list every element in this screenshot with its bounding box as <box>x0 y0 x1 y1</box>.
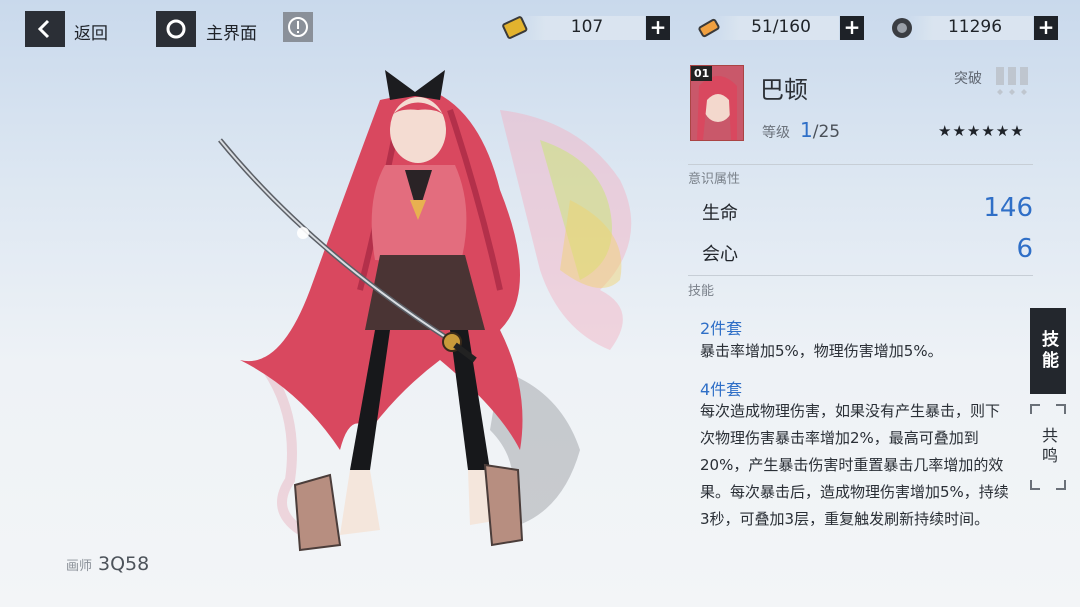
home-button[interactable] <box>156 11 196 47</box>
level-max: /25 <box>812 122 841 142</box>
resource-battery-value: 51/160 <box>751 17 811 37</box>
set4-title: 4件套 <box>700 380 743 399</box>
tab-frame-corner <box>1056 480 1066 490</box>
memory-name: 巴顿 <box>760 76 808 104</box>
artist-label: 画师 <box>66 559 93 574</box>
resource-coin: 11296 + <box>888 14 1058 42</box>
attributes-section-label: 意识属性 <box>688 172 741 187</box>
home-circle-icon <box>166 19 186 39</box>
attr-crit-name: 会心 <box>702 244 738 265</box>
divider <box>688 164 1033 165</box>
breakthrough-label: 突破 <box>954 71 982 87</box>
tab-resonance[interactable]: 共鸣 <box>1030 404 1066 490</box>
attr-hp-value: 146 <box>983 193 1033 223</box>
memory-portrait: 01 <box>690 65 744 141</box>
tab-frame-corner <box>1030 404 1040 414</box>
tab-frame-corner <box>1030 480 1040 490</box>
back-button[interactable] <box>25 11 65 47</box>
level-label: 等级 <box>762 125 790 141</box>
back-label[interactable]: 返回 <box>74 19 108 44</box>
character-artwork <box>218 70 632 552</box>
portrait-number: 01 <box>691 66 713 81</box>
set2-title: 2件套 <box>700 319 743 338</box>
tab-skills[interactable]: 技能 <box>1030 308 1066 394</box>
level-value: 1/25 <box>800 118 840 142</box>
artist-credit: 画师 3Q58 <box>66 553 149 575</box>
artist-name: 3Q58 <box>98 553 150 575</box>
skills-section-label: 技能 <box>688 284 715 299</box>
gear-coin-icon <box>892 18 912 38</box>
attr-crit-value: 6 <box>1016 234 1033 264</box>
attr-hp-name: 生命 <box>702 203 738 224</box>
breakthrough-diamond-icon <box>996 67 1028 95</box>
add-battery-button[interactable]: + <box>840 16 864 40</box>
divider <box>688 275 1033 276</box>
resource-coin-value: 11296 <box>947 17 1003 37</box>
level-current: 1 <box>800 118 813 142</box>
set4-description: 每次造成物理伤害，如果没有产生暴击，则下次物理伤害暴击率增加2%，最高可叠加到2… <box>700 402 1009 528</box>
set2-description: 暴击率增加5%，物理伤害增加5%。 <box>700 342 943 360</box>
chevron-left-icon <box>37 19 50 39</box>
add-coin-button[interactable]: + <box>1034 16 1058 40</box>
star-rating: ★★★★★★ <box>938 122 1025 140</box>
tab-frame-corner <box>1056 404 1066 414</box>
